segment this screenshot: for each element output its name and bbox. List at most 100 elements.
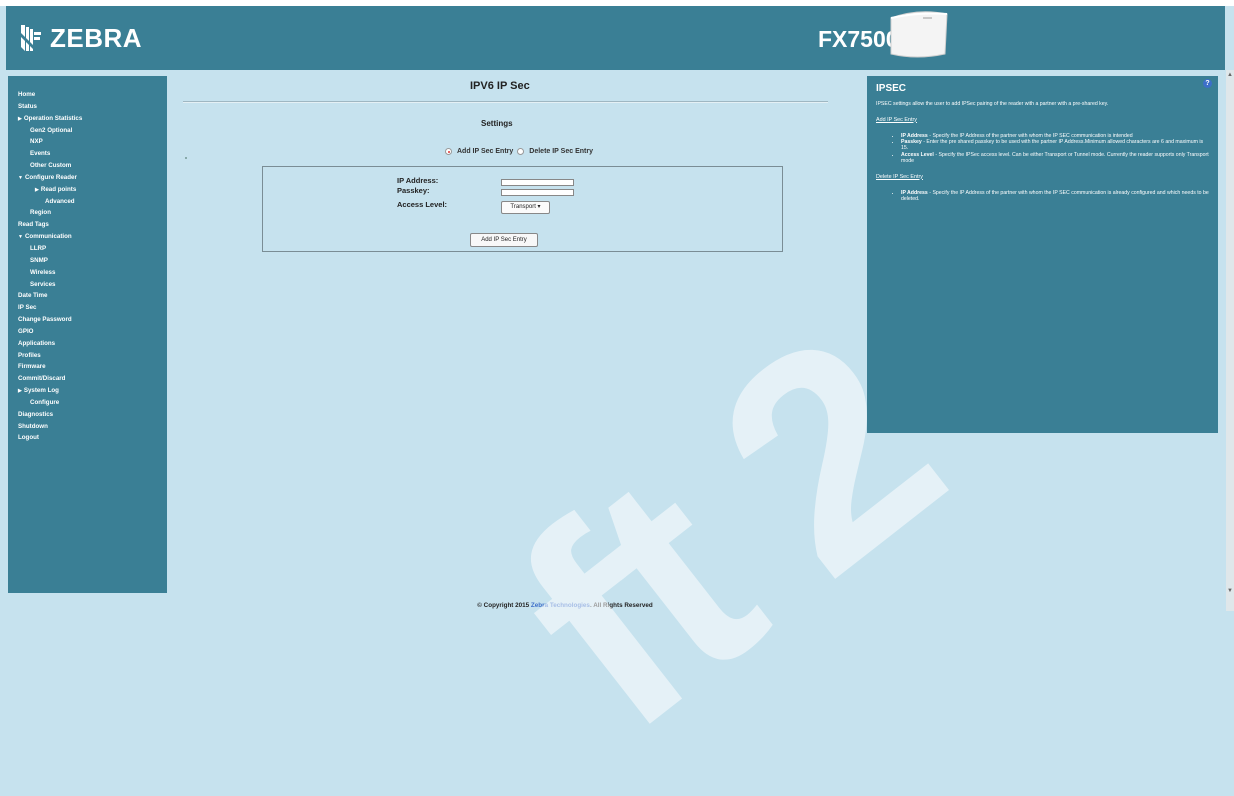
help-list-item: IP Address - Specify the IP Address of t…: [901, 190, 1209, 203]
zebra-head-icon: [21, 25, 41, 51]
help-list-item: Passkey - Enter the pre shared passkey t…: [901, 139, 1209, 152]
sidebar-item-label: Logout: [18, 434, 39, 442]
access-level-select[interactable]: Transport ▾: [501, 201, 550, 214]
sidebar-item-shutdown[interactable]: Shutdown: [8, 421, 167, 433]
help-delete-link[interactable]: Delete IP Sec Entry: [876, 174, 1209, 180]
sidebar-item-label: Operation Statistics: [23, 114, 83, 122]
sidebar-item-logout[interactable]: Logout: [8, 432, 167, 444]
sidebar-nav: Home Status ▶ Operation Statistics Gen2 Opti…: [8, 76, 167, 593]
sidebar-item-label: GPIO: [18, 327, 34, 335]
settings-heading: Settings: [481, 119, 513, 128]
sidebar-item-snmp[interactable]: SNMP: [8, 255, 167, 267]
sidebar-item-read-tags[interactable]: Read Tags: [8, 219, 167, 231]
sidebar-item-label: LLRP: [30, 244, 47, 252]
passkey-input[interactable]: [501, 189, 574, 196]
page-title: IPV6 IP Sec: [470, 80, 530, 92]
sidebar-item-label: NXP: [30, 138, 43, 146]
sidebar-item-gen2-optional[interactable]: Gen2 Optional: [8, 125, 167, 137]
title-divider: [183, 101, 828, 103]
help-description: - Specify the IP Address of the partner …: [927, 132, 1133, 139]
sidebar-item-date-time[interactable]: Date Time: [8, 290, 167, 302]
sidebar-item-nxp[interactable]: NXP: [8, 136, 167, 148]
sidebar-item-label: Diagnostics: [18, 410, 54, 418]
sidebar-item-label: Read Tags: [18, 221, 49, 229]
sidebar-item-change-password[interactable]: Change Password: [8, 314, 167, 326]
caret-right-icon: ▶: [18, 388, 22, 395]
help-add-link[interactable]: Add IP Sec Entry: [876, 117, 1209, 123]
footer-suffix: . All Rights Reserved: [589, 602, 653, 609]
sidebar-item-label: Shutdown: [18, 422, 48, 430]
sidebar-item-label: System Log: [23, 387, 59, 395]
nav-list: Home Status ▶ Operation Statistics Gen2 Opti…: [8, 76, 167, 444]
sidebar-item-label: Firmware: [18, 363, 46, 371]
sidebar-item-label: Advanced: [45, 197, 75, 205]
page-scrollbar[interactable]: [1226, 70, 1234, 611]
sidebar-item-read-points[interactable]: ▶ Read points: [8, 184, 167, 196]
scroll-up-icon[interactable]: ▲: [1227, 72, 1233, 78]
sidebar-item-label: Gen2 Optional: [30, 126, 73, 134]
sidebar-item-events[interactable]: Events: [8, 148, 167, 160]
sidebar-item-other-custom[interactable]: Other Custom: [8, 160, 167, 172]
footer-brand-link[interactable]: Zebra Technologies: [531, 602, 590, 609]
radio-add-label: Add IP Sec Entry: [457, 148, 514, 155]
sidebar-item-configure-reader[interactable]: ▼ Configure Reader: [8, 172, 167, 184]
caret-right-icon: ▶: [35, 186, 39, 193]
ip-address-input[interactable]: [501, 179, 574, 186]
sidebar-item-label: Status: [18, 102, 37, 110]
sidebar-item-diagnostics[interactable]: Diagnostics: [8, 409, 167, 421]
help-term: IP Address: [901, 189, 928, 196]
reader-device-image: [890, 11, 948, 58]
sidebar-item-label: Events: [30, 150, 51, 158]
help-intro: IPSEC settings allow the user to add IPS…: [876, 101, 1109, 107]
sidebar-item-label: Date Time: [18, 292, 48, 300]
caret-right-icon: ▶: [18, 115, 22, 122]
sidebar-item-applications[interactable]: Applications: [8, 338, 167, 350]
sidebar-item-wireless[interactable]: Wireless: [8, 267, 167, 279]
scroll-down-icon[interactable]: ▼: [1227, 588, 1233, 594]
sidebar-item-label: Profiles: [18, 351, 41, 359]
sidebar-item-label: Other Custom: [30, 162, 72, 170]
sidebar-item-ip-sec[interactable]: IP Sec: [8, 302, 167, 314]
help-term: IP Address: [901, 132, 928, 139]
help-add-list: IP Address - Specify the IP Address of t…: [876, 133, 1209, 165]
sidebar-item-services[interactable]: Services: [8, 279, 167, 291]
caret-down-icon: ▼: [18, 234, 23, 241]
stray-dot: [185, 157, 187, 159]
sidebar-item-label: Change Password: [18, 316, 72, 324]
sidebar-item-system-log[interactable]: ▶ System Log: [8, 385, 167, 397]
sidebar-item-home[interactable]: Home: [8, 89, 167, 101]
zebra-logo[interactable]: ZEBRA: [19, 20, 142, 56]
sidebar-item-commit-discard[interactable]: Commit/Discard: [8, 373, 167, 385]
sidebar-item-label: Wireless: [30, 268, 56, 276]
sidebar-item-status[interactable]: Status: [8, 101, 167, 113]
radio-add-option[interactable]: Add IP Sec Entry: [445, 148, 513, 155]
sidebar-item-gpio[interactable]: GPIO: [8, 326, 167, 338]
help-delete-list: IP Address - Specify the IP Address of t…: [876, 190, 1209, 203]
add-ipsec-entry-button[interactable]: Add IP Sec Entry: [470, 233, 538, 247]
sidebar-item-advanced[interactable]: Advanced: [8, 196, 167, 208]
footer-prefix: © Copyright 2015: [477, 602, 531, 609]
sidebar-item-firmware[interactable]: Firmware: [8, 361, 167, 373]
header-bar: ZEBRA FX7500: [6, 6, 1225, 70]
sidebar-item-label: Communication: [24, 233, 72, 241]
logo-text: ZEBRA: [50, 22, 143, 53]
radio-add[interactable]: [445, 148, 452, 155]
sidebar-item-communication[interactable]: ▼ Communication: [8, 231, 167, 243]
radio-delete[interactable]: [517, 148, 525, 155]
help-list-item: Access Level - Specify the IPSec access …: [901, 152, 1209, 165]
sidebar-item-configure[interactable]: Configure: [8, 397, 167, 409]
sidebar-item-operation-statistics[interactable]: ▶ Operation Statistics: [8, 113, 167, 125]
radio-delete-option[interactable]: Delete IP Sec Entry: [517, 148, 593, 155]
sidebar-item-label: Configure Reader: [24, 173, 77, 181]
sidebar-item-region[interactable]: Region: [8, 207, 167, 219]
access-level-label: Access Level:: [397, 200, 448, 209]
sidebar-item-llrp[interactable]: LLRP: [8, 243, 167, 255]
sidebar-item-label: Home: [18, 91, 36, 98]
entry-mode-radios: Add IP Sec Entry Delete IP Sec Entry: [445, 148, 597, 155]
passkey-label: Passkey:: [397, 186, 430, 195]
sidebar-item-profiles[interactable]: Profiles: [8, 350, 167, 362]
help-question-icon[interactable]: ?: [1203, 79, 1212, 88]
footer: © Copyright 2015 Zebra Technologies. All…: [0, 602, 1130, 609]
sidebar-item-label: SNMP: [30, 256, 48, 264]
sidebar-item-label: Applications: [18, 339, 56, 347]
